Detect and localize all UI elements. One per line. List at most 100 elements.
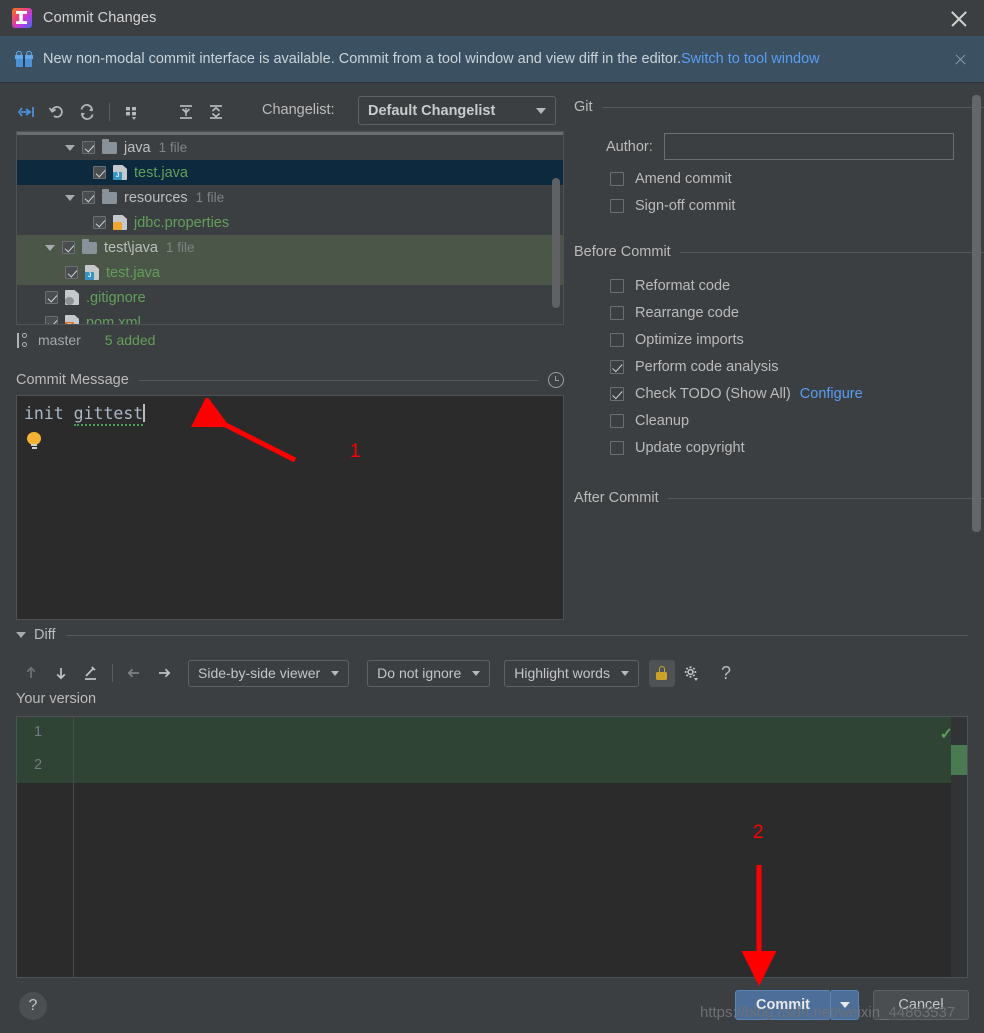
- tree-row-label: test.java: [134, 164, 188, 181]
- checkbox-reformat-code[interactable]: Reformat code: [574, 278, 984, 294]
- lock-icon[interactable]: [648, 659, 675, 687]
- chevron-down-icon[interactable]: [65, 144, 75, 151]
- arrow-up-icon[interactable]: [16, 659, 46, 687]
- checkbox-perform-code-analysis[interactable]: Perform code analysis: [574, 359, 984, 375]
- window-title: Commit Changes: [43, 10, 157, 26]
- row-checkbox[interactable]: [93, 216, 106, 229]
- branch-name: master: [38, 332, 81, 348]
- commit-message-input[interactable]: init gittest: [16, 395, 564, 620]
- tree-row-jdbc-properties[interactable]: jdbc.properties: [17, 210, 563, 235]
- chevron-down-icon[interactable]: [45, 244, 55, 251]
- section-divider: [65, 634, 968, 636]
- close-icon[interactable]: [948, 8, 970, 30]
- tree-row-test-java-folder[interactable]: test\java 1 file: [17, 235, 563, 260]
- row-checkbox[interactable]: [82, 141, 95, 154]
- checkbox-box[interactable]: [610, 172, 624, 186]
- show-diff-icon[interactable]: [12, 98, 42, 126]
- row-checkbox[interactable]: [82, 191, 95, 204]
- tree-row-label: pom.xml: [86, 314, 141, 325]
- collapse-all-icon[interactable]: [201, 98, 231, 126]
- arrow-right-icon[interactable]: [149, 659, 179, 687]
- notification-close-icon[interactable]: [954, 53, 967, 66]
- properties-file-icon: [113, 215, 127, 230]
- rollback-icon[interactable]: [42, 98, 72, 126]
- checkbox-box[interactable]: [610, 387, 624, 401]
- checkbox-box[interactable]: [610, 360, 624, 374]
- tree-row-gitignore[interactable]: .gitignore: [17, 285, 563, 310]
- help-button[interactable]: ?: [19, 992, 47, 1020]
- checkbox-update-copyright[interactable]: Update copyright: [574, 440, 984, 456]
- gear-icon[interactable]: [678, 660, 704, 687]
- row-checkbox[interactable]: [93, 166, 106, 179]
- chevron-down-icon[interactable]: [65, 194, 75, 201]
- checkbox-cleanup[interactable]: Cleanup: [574, 413, 984, 429]
- changelist-dropdown[interactable]: Default Changelist: [358, 96, 556, 125]
- row-checkbox[interactable]: [45, 291, 58, 304]
- checkbox-box[interactable]: [610, 279, 624, 293]
- tree-row-meta: 1 file: [195, 190, 225, 205]
- checkbox-box[interactable]: [610, 333, 624, 347]
- options-panel-scrollbar[interactable]: [972, 95, 981, 532]
- checkbox-rearrange-code[interactable]: Rearrange code: [574, 305, 984, 321]
- diff-line-number: 2: [34, 757, 43, 773]
- question-mark-icon[interactable]: ?: [713, 660, 739, 687]
- section-divider: [138, 379, 538, 381]
- chevron-down-icon: [472, 670, 481, 676]
- highlight-mode-dropdown[interactable]: Highlight words: [504, 659, 639, 687]
- arrow-left-icon[interactable]: [119, 659, 149, 687]
- viewer-mode-value: Side-by-side viewer: [198, 665, 321, 681]
- diff-change-marker[interactable]: [951, 745, 967, 775]
- checkbox-label: Sign-off commit: [635, 198, 736, 214]
- tree-row-test-java-main[interactable]: J test.java: [17, 160, 563, 185]
- checkbox-amend-commit[interactable]: Amend commit: [574, 171, 984, 187]
- gutter-divider: [73, 717, 74, 977]
- git-section-title: Git: [574, 99, 593, 115]
- tree-row-test-java-test[interactable]: J test.java: [17, 260, 563, 285]
- checkbox-box[interactable]: [610, 414, 624, 428]
- before-commit-section-title: Before Commit: [574, 244, 671, 260]
- tree-row-label: test\java: [104, 239, 158, 256]
- configure-todo-link[interactable]: Configure: [800, 386, 863, 402]
- diff-viewer[interactable]: 1 2 ✓: [16, 716, 968, 978]
- expand-all-icon[interactable]: [171, 98, 201, 126]
- group-by-icon[interactable]: [117, 98, 147, 126]
- commit-button[interactable]: Commit: [735, 990, 831, 1020]
- tree-row-java-folder[interactable]: java 1 file: [17, 135, 563, 160]
- tree-row-resources-folder[interactable]: resources 1 file: [17, 185, 563, 210]
- diff-section-header: Diff: [16, 626, 968, 644]
- pencil-edit-icon[interactable]: [76, 659, 106, 687]
- row-checkbox[interactable]: [45, 316, 58, 324]
- notification-message: New non-modal commit interface is availa…: [43, 51, 682, 67]
- checkbox-label: Perform code analysis: [635, 359, 779, 375]
- commit-options-panel: Git Author: Amend commit Sign-off commit…: [574, 95, 984, 623]
- chevron-down-icon[interactable]: [16, 632, 26, 638]
- whitespace-mode-dropdown[interactable]: Do not ignore: [367, 659, 491, 687]
- tree-row-label: .gitignore: [86, 289, 146, 306]
- diff-toolbar: Side-by-side viewer Do not ignore Highli…: [16, 658, 816, 688]
- changed-files-tree[interactable]: java 1 file J test.java resources 1 file…: [16, 131, 564, 325]
- checkbox-box[interactable]: [610, 441, 624, 455]
- refresh-icon[interactable]: [72, 98, 102, 126]
- toolbar-divider: [112, 664, 113, 682]
- gitignore-file-icon: [65, 290, 79, 305]
- row-checkbox[interactable]: [62, 241, 75, 254]
- diff-section-title: Diff: [34, 627, 56, 643]
- checkbox-sign-off-commit[interactable]: Sign-off commit: [574, 198, 984, 214]
- checkbox-box[interactable]: [610, 199, 624, 213]
- viewer-mode-dropdown[interactable]: Side-by-side viewer: [188, 659, 350, 687]
- author-field[interactable]: [663, 133, 954, 160]
- checkbox-box[interactable]: [610, 306, 624, 320]
- tree-row-pom-xml[interactable]: <> pom.xml: [17, 310, 563, 325]
- arrow-down-icon[interactable]: [46, 659, 76, 687]
- checkbox-check-todo[interactable]: Check TODO (Show All) Configure: [574, 386, 984, 402]
- checkbox-optimize-imports[interactable]: Optimize imports: [574, 332, 984, 348]
- commit-message-header: Commit Message: [16, 371, 564, 389]
- tree-vertical-scrollbar[interactable]: [552, 178, 560, 308]
- tree-row-label: java: [124, 139, 151, 156]
- row-checkbox[interactable]: [65, 266, 78, 279]
- cancel-button[interactable]: Cancel: [873, 990, 969, 1020]
- lightbulb-intention-icon[interactable]: [27, 432, 41, 450]
- commit-dropdown-button[interactable]: [831, 990, 859, 1020]
- clock-history-icon[interactable]: [548, 372, 564, 388]
- switch-to-tool-window-link[interactable]: Switch to tool window: [681, 51, 820, 67]
